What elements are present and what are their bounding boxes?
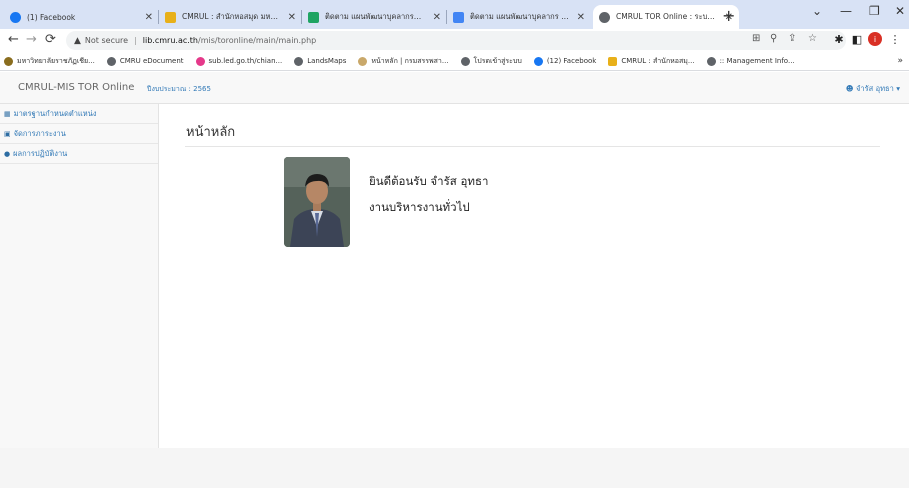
bookmark-item[interactable]: หน้าหลัก | กรมสรรพสา... (358, 56, 449, 67)
menu-icon[interactable]: ⋮ (888, 32, 902, 46)
close-icon[interactable]: ✕ (145, 12, 153, 23)
close-icon[interactable]: ✕ (577, 12, 585, 23)
bookmarks-overflow-button[interactable]: » (897, 56, 903, 66)
page-title: หน้าหลัก (186, 125, 236, 140)
bookmarks-bar: มหาวิทยาลัยราชภัฏเชีย... CMRU eDocument … (0, 52, 909, 71)
facebook-icon (10, 11, 21, 23)
sidebar-item-label: มาตรฐานกำหนดตำแหน่ง (13, 108, 97, 118)
restore-button[interactable]: ❐ (869, 4, 880, 18)
sidebar-item-performance[interactable]: ● ผลการปฏิบัติงาน (0, 144, 158, 164)
address-row: ← → ⟳ ▲ Not secure | lib.cmru.ac.th /mis… (0, 29, 909, 52)
main-content: หน้าหลัก ยินดีต้อนรับ จำรัส อุทธา งานบริ… (159, 104, 909, 448)
url-host: lib.cmru.ac.th (142, 36, 198, 45)
calendar-icon: ▣ (4, 129, 11, 138)
security-label: Not secure (84, 36, 129, 45)
bookmark-label: CMRU eDocument (119, 57, 184, 65)
department-name: งานบริหารงานทั่วไป (369, 200, 470, 214)
bookmark-label: มหาวิทยาลัยราชภัฏเชีย... (17, 56, 95, 65)
tab-search-icon[interactable]: ⌄ (812, 4, 822, 18)
tab-title: ติดตาม แผนพัฒนาบุคลากรสำนัก (325, 12, 427, 21)
separator: | (134, 36, 137, 45)
caret-down-icon: ▾ (896, 84, 900, 93)
bookmark-item[interactable]: sub.led.go.th/chian... (195, 56, 283, 66)
globe-icon (706, 56, 716, 66)
sidebar-item-label: ผลการปฏิบัติงาน (13, 148, 68, 158)
facebook-icon (533, 56, 543, 66)
bookmark-star-icon[interactable]: ☆ (808, 33, 817, 44)
bookmark-label: หน้าหลัก | กรมสรรพสา... (371, 56, 449, 65)
url-path: /mis/toronline/main/main.php (198, 36, 317, 45)
bookmark-item[interactable]: CMRU eDocument (106, 56, 184, 66)
reload-icon[interactable]: ⟳ (45, 32, 56, 48)
divider (185, 146, 880, 147)
address-bar[interactable]: ▲ Not secure | lib.cmru.ac.th /mis/toron… (66, 31, 846, 50)
globe-icon: ● (4, 149, 11, 158)
user-photo (284, 157, 350, 247)
close-icon[interactable]: ✕ (288, 12, 296, 23)
window-close-button[interactable]: ✕ (895, 4, 905, 18)
sidepanel-icon[interactable]: ◧ (850, 32, 864, 46)
bookmark-item[interactable]: โปรดเข้าสู่ระบบ (460, 56, 522, 67)
tab-title: ติดตาม แผนพัฒนาบุคลากร ระบบ (470, 12, 571, 21)
globe-icon (599, 11, 610, 23)
bookmark-label: sub.led.go.th/chian... (208, 57, 283, 65)
user-menu[interactable]: ☻ จำรัส อุทธา ▾ (846, 83, 900, 95)
warning-icon: ▲ (74, 35, 81, 46)
bookmark-label: LandsMaps (307, 57, 347, 65)
welcome-message: ยินดีต้อนรับ จำรัส อุทธา (369, 174, 489, 188)
tab-title: CMRUL TOR Online : ระบบภาระ (616, 12, 719, 21)
profile-avatar-icon[interactable]: i (868, 32, 882, 46)
bookmark-item[interactable]: LandsMaps (294, 56, 347, 66)
site-icon (195, 56, 205, 66)
bookmark-label: CMRUL : สำนักหอสมุ... (621, 56, 695, 65)
sidebar-item-standards[interactable]: ▦ มาตรฐานกำหนดตำแหน่ง (0, 104, 158, 124)
new-tab-button[interactable]: + (722, 6, 735, 25)
browser-tab[interactable]: CMRUL : สำนักหอสมุด มหาวิทยาลัย ✕ (159, 5, 302, 29)
bookmark-label: (12) Facebook (546, 57, 597, 65)
page-footer (0, 448, 909, 488)
user-name: จำรัส อุทธา (856, 84, 894, 93)
tab-title: CMRUL : สำนักหอสมุด มหาวิทยาลัย (182, 12, 282, 21)
library-icon (608, 56, 618, 66)
portrait-image (284, 157, 350, 247)
globe-icon (294, 56, 304, 66)
bookmark-label: :: Management Info... (719, 57, 795, 65)
bookmark-item[interactable]: :: Management Info... (706, 56, 795, 66)
globe-icon (106, 56, 116, 66)
browser-tab-strip: (1) Facebook ✕ CMRUL : สำนักหอสมุด มหาวิ… (0, 0, 909, 29)
extensions-icon[interactable]: ✱ (832, 32, 846, 46)
forms-icon (453, 11, 464, 23)
app-navbar: CMRUL-MIS TOR Online ปีงบประมาณ : 2565 ☻… (0, 72, 909, 104)
table-icon: ▦ (4, 109, 11, 118)
sidebar-item-workload[interactable]: ▣ จัดการภาระงาน (0, 124, 158, 144)
app-brand[interactable]: CMRUL-MIS TOR Online (18, 82, 134, 93)
bookmark-item[interactable]: CMRUL : สำนักหอสมุ... (608, 56, 695, 67)
back-icon[interactable]: ← (8, 32, 19, 48)
translate-icon[interactable]: ⊞ (752, 33, 760, 44)
bookmark-item[interactable]: (12) Facebook (533, 56, 597, 66)
browser-tab-active[interactable]: CMRUL TOR Online : ระบบภาระ ✕ (593, 5, 739, 29)
close-icon[interactable]: ✕ (433, 12, 441, 23)
zoom-icon[interactable]: ⚲ (770, 33, 777, 44)
tab-title: (1) Facebook (27, 12, 76, 22)
forward-icon[interactable]: → (26, 32, 37, 48)
share-icon[interactable]: ⇪ (788, 33, 796, 44)
user-icon: ☻ (845, 84, 854, 93)
bookmark-item[interactable]: มหาวิทยาลัยราชภัฏเชีย... (4, 56, 95, 67)
budget-year[interactable]: ปีงบประมาณ : 2565 (147, 84, 211, 95)
site-icon (358, 56, 368, 66)
minimize-button[interactable]: — (840, 4, 852, 18)
sidebar: ▦ มาตรฐานกำหนดตำแหน่ง ▣ จัดการภาระงาน ● … (0, 104, 159, 448)
bookmark-label: โปรดเข้าสู่ระบบ (473, 56, 522, 65)
drive-icon (308, 11, 319, 23)
globe-icon (460, 56, 470, 66)
library-icon (165, 11, 176, 23)
browser-tab[interactable]: ติดตาม แผนพัฒนาบุคลากรสำนัก ✕ (302, 5, 447, 29)
browser-tab[interactable]: ติดตาม แผนพัฒนาบุคลากร ระบบ ✕ (447, 5, 591, 29)
site-icon (4, 56, 13, 66)
sidebar-item-label: จัดการภาระงาน (13, 128, 66, 138)
browser-tab[interactable]: (1) Facebook ✕ (4, 5, 159, 29)
